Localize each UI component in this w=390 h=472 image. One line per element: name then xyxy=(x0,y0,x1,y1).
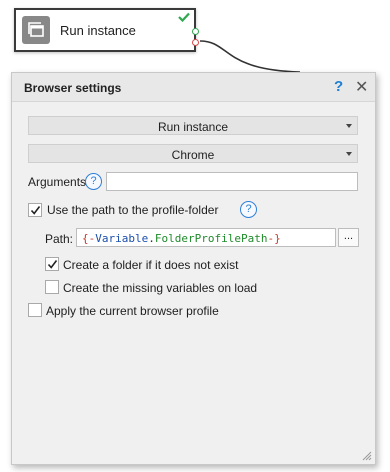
dialog-header: Browser settings ? ✕ xyxy=(12,73,375,102)
error-port[interactable] xyxy=(192,39,199,46)
action-select[interactable]: Run instance xyxy=(28,116,358,135)
check-icon xyxy=(178,11,190,25)
chevron-down-icon xyxy=(346,152,352,156)
browser-select[interactable]: Chrome xyxy=(28,144,358,163)
chevron-down-icon xyxy=(346,124,352,128)
use-profile-checkbox[interactable] xyxy=(28,203,42,217)
apply-profile-label: Apply the current browser profile xyxy=(46,304,219,318)
create-folder-checkbox[interactable] xyxy=(45,257,59,271)
arguments-input[interactable] xyxy=(106,172,358,191)
node-label: Run instance xyxy=(60,23,136,38)
path-input[interactable]: {-Variable.FolderProfilePath-} xyxy=(76,228,336,247)
success-port[interactable] xyxy=(192,28,199,35)
action-select-value: Run instance xyxy=(157,120,229,134)
resize-grip-icon[interactable] xyxy=(360,449,372,461)
browser-select-value: Chrome xyxy=(171,148,215,162)
help-icon[interactable]: ? xyxy=(334,78,343,95)
action-node[interactable]: Run instance xyxy=(14,8,199,52)
instance-icon xyxy=(22,16,50,44)
path-value: {-Variable.FolderProfilePath-} xyxy=(82,232,281,245)
close-icon[interactable]: ✕ xyxy=(355,77,368,97)
check-icon xyxy=(47,260,58,269)
create-folder-label: Create a folder if it does not exist xyxy=(63,258,239,272)
use-profile-label: Use the path to the profile-folder xyxy=(47,203,219,217)
path-label: Path: xyxy=(45,232,74,246)
apply-profile-checkbox[interactable] xyxy=(28,303,42,317)
arguments-label: Arguments xyxy=(28,175,87,189)
browser-settings-dialog: Browser settings ? ✕ Run instance Chrome… xyxy=(11,72,376,465)
browse-button[interactable]: ... xyxy=(338,228,359,247)
check-icon xyxy=(30,206,41,215)
create-vars-label: Create the missing variables on load xyxy=(63,281,258,295)
profile-help-icon[interactable]: ? xyxy=(240,201,257,218)
create-vars-checkbox[interactable] xyxy=(45,280,59,294)
dialog-title: Browser settings xyxy=(24,81,122,95)
arguments-help-icon[interactable]: ? xyxy=(85,173,102,190)
